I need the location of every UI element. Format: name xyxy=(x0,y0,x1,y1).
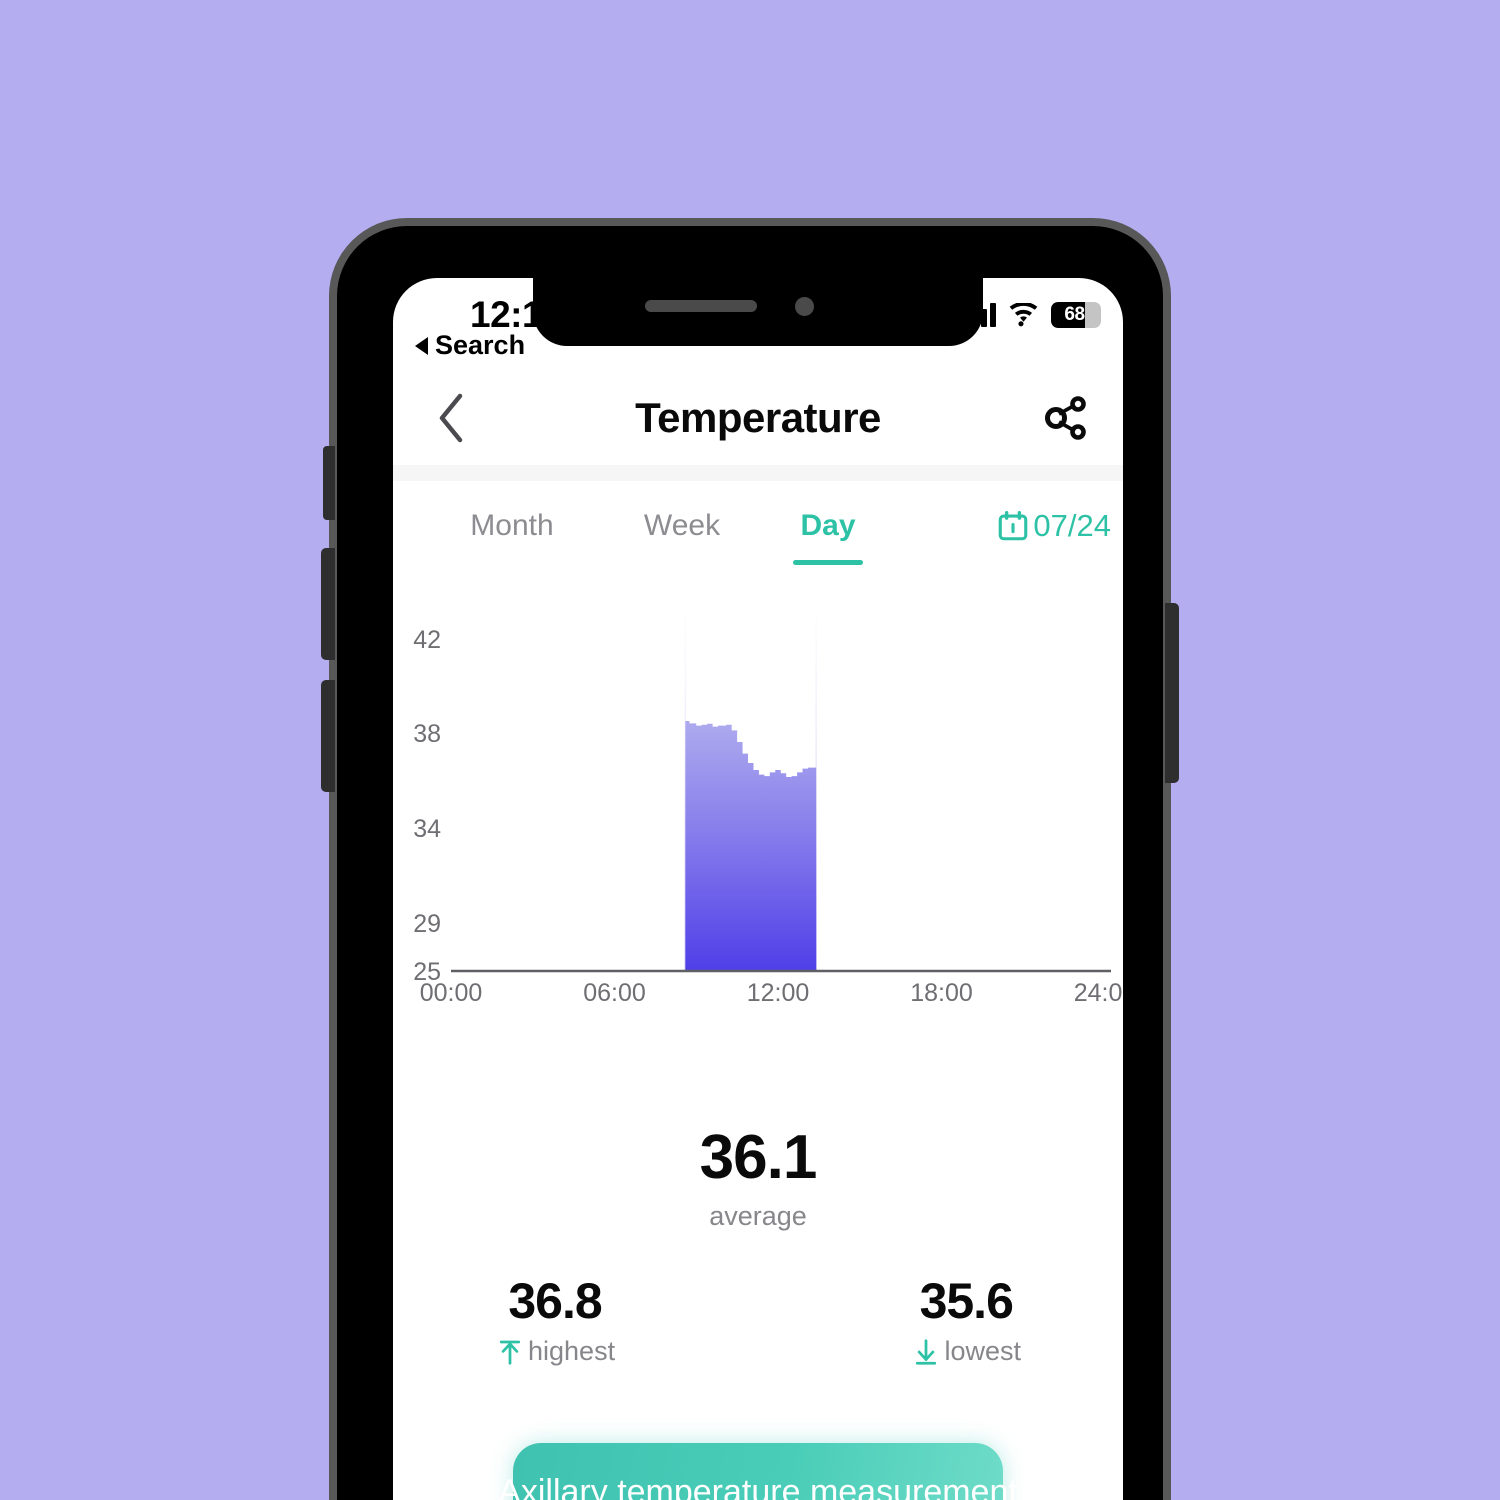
date-label: 07/24 xyxy=(1033,508,1111,543)
back-button[interactable] xyxy=(423,390,479,446)
header-divider xyxy=(393,465,1123,481)
period-tab-bar: Month Week Day 07/24 xyxy=(393,481,1123,571)
page-title: Temperature xyxy=(635,393,881,441)
stats-section: 36.1 average 36.8 highest 35.6 lowest xyxy=(393,1122,1123,1367)
volume-down-button[interactable] xyxy=(321,680,335,792)
battery-icon: 68 xyxy=(1051,302,1101,328)
x-axis-tick-label: 24:00 xyxy=(1074,979,1123,1007)
lowest-stat: 35.6 lowest xyxy=(911,1272,1021,1367)
x-axis-ticks: 00:00 06:00 12:00 18:00 24:00 xyxy=(420,979,1123,1007)
back-to-search-label: Search xyxy=(435,330,526,360)
lowest-value: 35.6 xyxy=(919,1273,1014,1329)
triangle-left-icon xyxy=(415,336,428,355)
average-value: 36.1 xyxy=(699,1123,818,1192)
share-icon xyxy=(1045,395,1086,440)
tab-week[interactable]: Week xyxy=(617,503,747,549)
highest-value: 36.8 xyxy=(508,1273,602,1329)
x-axis-tick-label: 18:00 xyxy=(910,979,973,1007)
y-axis-tick-label: 42 xyxy=(413,626,441,654)
chart-svg: 4238342925 00:0006:0012:0018:0024:00 xyxy=(413,599,1123,1007)
average-stat: 36.1 average xyxy=(393,1122,1123,1232)
y-axis-tick-label: 38 xyxy=(413,720,441,748)
highest-label: highest xyxy=(528,1336,616,1366)
chevron-left-icon xyxy=(439,393,463,442)
highest-label-row: highest xyxy=(495,1336,615,1367)
phone-frame: 12:15 68 Search Temperature Month Week D… xyxy=(321,218,1179,1500)
wifi-icon xyxy=(1009,303,1038,327)
share-button[interactable] xyxy=(1037,390,1093,446)
back-to-search-link[interactable]: Search xyxy=(415,330,525,361)
arrow-down-icon xyxy=(916,1338,937,1365)
axillary-measurement-label: Axillary temperature measurement xyxy=(498,1472,1018,1500)
navigation-bar: Temperature xyxy=(393,370,1123,465)
lowest-label: lowest xyxy=(944,1336,1021,1366)
front-camera-icon xyxy=(795,297,814,316)
y-axis-ticks: 4238342925 xyxy=(413,626,441,986)
arrow-up-icon xyxy=(499,1340,521,1365)
cta-container: Axillary temperature measurement xyxy=(393,1443,1123,1500)
device-notch xyxy=(533,278,983,346)
x-axis-tick-label: 00:00 xyxy=(420,979,483,1007)
y-axis-tick-label: 29 xyxy=(413,910,441,938)
volume-up-button[interactable] xyxy=(321,548,335,660)
y-axis-tick-label: 34 xyxy=(413,815,441,843)
x-axis-tick-label: 12:00 xyxy=(747,979,810,1007)
silence-switch[interactable] xyxy=(323,446,335,520)
high-low-row: 36.8 highest 35.6 lowest xyxy=(393,1232,1123,1367)
calendar-icon xyxy=(999,510,1028,541)
axillary-measurement-button[interactable]: Axillary temperature measurement xyxy=(498,1443,1018,1500)
phone-bezel: 12:15 68 Search Temperature Month Week D… xyxy=(337,226,1163,1500)
power-button[interactable] xyxy=(1165,603,1179,783)
tab-day[interactable]: Day xyxy=(783,503,873,549)
tab-month[interactable]: Month xyxy=(447,503,577,549)
lowest-label-row: lowest xyxy=(911,1336,1021,1367)
battery-percent-label: 68 xyxy=(1064,304,1085,325)
earpiece-speaker-icon xyxy=(645,300,757,312)
phone-screen: 12:15 68 Search Temperature Month Week D… xyxy=(393,278,1123,1500)
temperature-area-series xyxy=(685,721,817,971)
highest-stat: 36.8 highest xyxy=(495,1272,615,1367)
date-picker[interactable]: 07/24 xyxy=(996,508,1111,544)
average-label: average xyxy=(709,1201,807,1231)
temperature-chart[interactable]: 4238342925 00:0006:0012:0018:0024:00 xyxy=(393,571,1123,1036)
x-axis-tick-label: 06:00 xyxy=(583,979,646,1007)
